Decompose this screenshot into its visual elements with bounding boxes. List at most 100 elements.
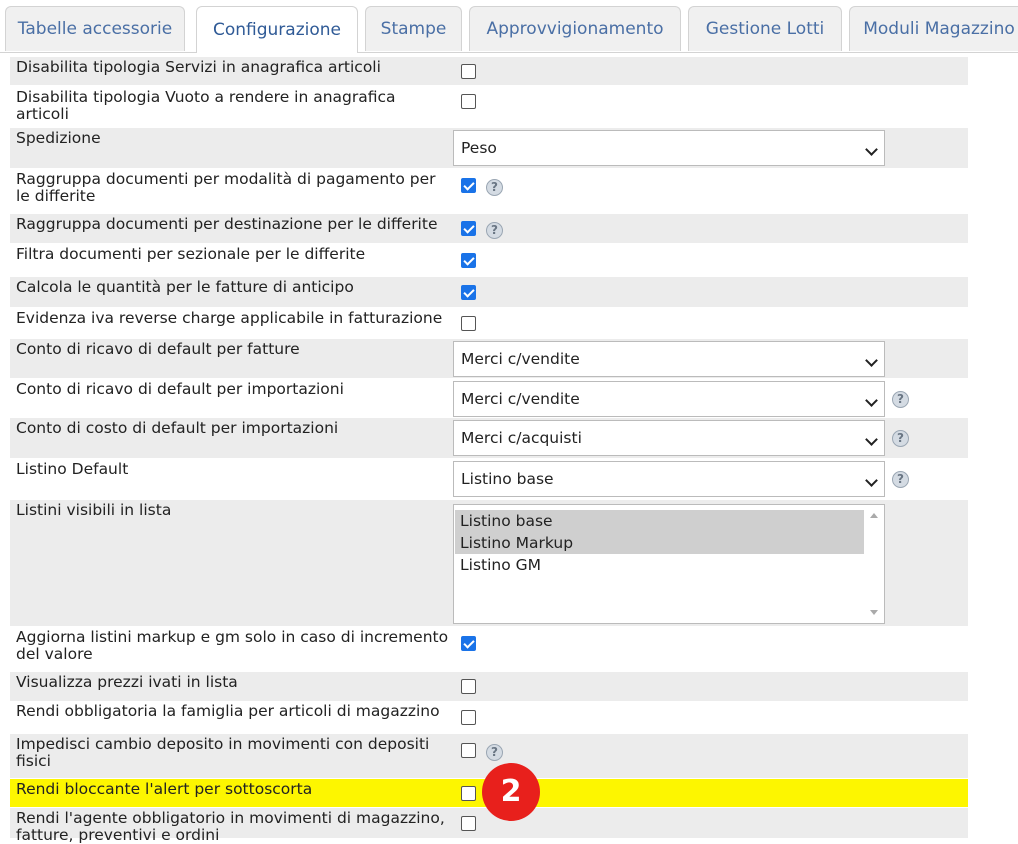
setting-row: Listino Default Listino base?: [10, 459, 968, 499]
setting-row: Calcola le quantità per le fatture di an…: [10, 277, 968, 307]
setting-checkbox[interactable]: [461, 285, 476, 300]
setting-value: [453, 87, 889, 127]
setting-label: Listino Default: [16, 460, 129, 478]
setting-row: Conto di ricavo di default per fatture Me…: [10, 339, 968, 378]
listbox-option[interactable]: Listino Markup: [455, 532, 864, 554]
setting-value: [453, 672, 889, 701]
setting-label: Disabilita tipologia Servizi in anagrafi…: [16, 58, 381, 76]
setting-checkbox[interactable]: [461, 94, 476, 109]
help-icon[interactable]: ?: [892, 391, 909, 408]
setting-label: Raggruppa documenti per modalità di paga…: [16, 170, 436, 205]
setting-checkbox[interactable]: [461, 816, 476, 831]
setting-label: Visualizza prezzi ivati in lista: [16, 673, 238, 691]
setting-label: Disabilita tipologia Vuoto a rendere in …: [16, 88, 396, 123]
listini-multiselect[interactable]: Listino base Listino Markup Listino GM: [453, 504, 885, 624]
setting-checkbox[interactable]: [461, 743, 476, 758]
chevron-down-icon: [865, 474, 878, 487]
setting-select[interactable]: Merci c/vendite: [453, 341, 885, 377]
setting-label: Rendi bloccante l'alert per sottoscorta: [16, 780, 313, 798]
setting-row: Disabilita tipologia Servizi in anagrafi…: [10, 57, 968, 85]
setting-value: Merci c/vendite?: [453, 379, 909, 417]
setting-label: Listini visibili in lista: [16, 501, 172, 519]
setting-checkbox[interactable]: [461, 253, 476, 268]
tab-gestione-lotti[interactable]: Gestione Lotti: [688, 6, 842, 51]
setting-value: [453, 627, 889, 671]
setting-checkbox[interactable]: [461, 786, 476, 801]
select-value: Merci c/acquisti: [461, 429, 582, 447]
setting-label: Conto di ricavo di default per fatture: [16, 340, 300, 358]
setting-label: Rendi obbligatoria la famiglia per artic…: [16, 702, 440, 720]
setting-checkbox[interactable]: [461, 316, 476, 331]
listbox-option[interactable]: Listino base: [455, 510, 864, 532]
tab-bar: Tabelle accessorie Configurazione Stampe Ap…: [0, 0, 1018, 53]
setting-value: [453, 308, 889, 338]
help-icon[interactable]: ?: [486, 744, 503, 761]
setting-row: Listini visibili in lista Listino base Lis…: [10, 500, 968, 626]
tab-stampe[interactable]: Stampe: [365, 6, 462, 51]
setting-checkbox[interactable]: [461, 679, 476, 694]
setting-value: Listino base Listino Markup Listino GM: [453, 500, 889, 626]
setting-row: Spedizione Peso: [10, 128, 968, 168]
callout-marker: 2: [482, 763, 540, 821]
setting-value: ?: [453, 214, 889, 243]
setting-value: [453, 244, 889, 276]
listbox-option[interactable]: Listino GM: [455, 554, 864, 576]
chevron-down-icon: [865, 433, 878, 446]
setting-label: Conto di ricavo di default per importazi…: [16, 380, 344, 398]
setting-label: Evidenza iva reverse charge applicabile …: [16, 309, 443, 327]
setting-row: Aggiorna listini markup e gm solo in cas…: [10, 627, 968, 671]
setting-label: Spedizione: [16, 129, 101, 147]
setting-value: [453, 701, 889, 733]
setting-value: [453, 277, 889, 307]
setting-row: Rendi l'agente obbligatorio in movimenti…: [10, 808, 968, 844]
setting-value: Peso: [453, 128, 889, 168]
tab-tabelle-accessorie[interactable]: Tabelle accessorie: [5, 6, 185, 51]
setting-row: Conto di ricavo di default per importazi…: [10, 379, 968, 417]
help-icon[interactable]: ?: [892, 471, 909, 488]
chevron-down-icon: [865, 143, 878, 156]
setting-select[interactable]: Peso: [453, 130, 885, 166]
select-value: Merci c/vendite: [461, 350, 580, 368]
setting-label: Raggruppa documenti per destinazione per…: [16, 215, 438, 233]
chevron-down-icon: [865, 354, 878, 367]
setting-label: Filtra documenti per sezionale per le di…: [16, 245, 366, 263]
setting-value: ?: [453, 169, 889, 213]
setting-row: Visualizza prezzi ivati in lista: [10, 672, 968, 701]
help-icon[interactable]: ?: [486, 222, 503, 239]
setting-checkbox[interactable]: [461, 221, 476, 236]
tab-configurazione[interactable]: Configurazione: [196, 6, 358, 53]
setting-value: Merci c/vendite: [453, 339, 889, 378]
setting-value: [453, 57, 889, 85]
help-icon[interactable]: ?: [486, 179, 503, 196]
setting-label: Conto di costo di default per importazio…: [16, 419, 339, 437]
setting-checkbox[interactable]: [461, 178, 476, 193]
setting-label: Impedisci cambio deposito in movimenti c…: [16, 735, 430, 770]
tab-approvvigionamento[interactable]: Approvvigionamento: [469, 6, 681, 51]
help-icon[interactable]: ?: [892, 430, 909, 447]
select-value: Merci c/vendite: [461, 390, 580, 408]
select-value: Listino base: [461, 470, 554, 488]
scroll-down-icon[interactable]: [870, 610, 878, 615]
setting-checkbox[interactable]: [461, 636, 476, 651]
select-value: Peso: [461, 139, 497, 157]
scroll-up-icon[interactable]: [870, 513, 878, 518]
setting-select[interactable]: Listino base: [453, 461, 885, 497]
setting-row: Rendi obbligatoria la famiglia per artic…: [10, 701, 968, 733]
chevron-down-icon: [865, 394, 878, 407]
setting-label: Calcola le quantità per le fatture di an…: [16, 278, 354, 296]
setting-select[interactable]: Merci c/vendite: [453, 381, 885, 417]
setting-label: Rendi l'agente obbligatorio in movimenti…: [16, 809, 445, 844]
setting-value: Merci c/acquisti?: [453, 418, 909, 458]
setting-value: Listino base?: [453, 459, 909, 499]
setting-row: Raggruppa documenti per destinazione per…: [10, 214, 968, 243]
setting-label: Aggiorna listini markup e gm solo in cas…: [16, 628, 449, 663]
setting-row: Filtra documenti per sezionale per le di…: [10, 244, 968, 276]
setting-row: Disabilita tipologia Vuoto a rendere in …: [10, 87, 968, 127]
tab-moduli-magazzino[interactable]: Moduli Magazzino: [849, 6, 1018, 51]
setting-checkbox[interactable]: [461, 710, 476, 725]
setting-checkbox[interactable]: [461, 64, 476, 79]
setting-row: Conto di costo di default per importazio…: [10, 418, 968, 458]
setting-select[interactable]: Merci c/acquisti: [453, 420, 885, 456]
setting-row: Evidenza iva reverse charge applicabile …: [10, 308, 968, 338]
setting-row: Raggruppa documenti per modalità di paga…: [10, 169, 968, 213]
